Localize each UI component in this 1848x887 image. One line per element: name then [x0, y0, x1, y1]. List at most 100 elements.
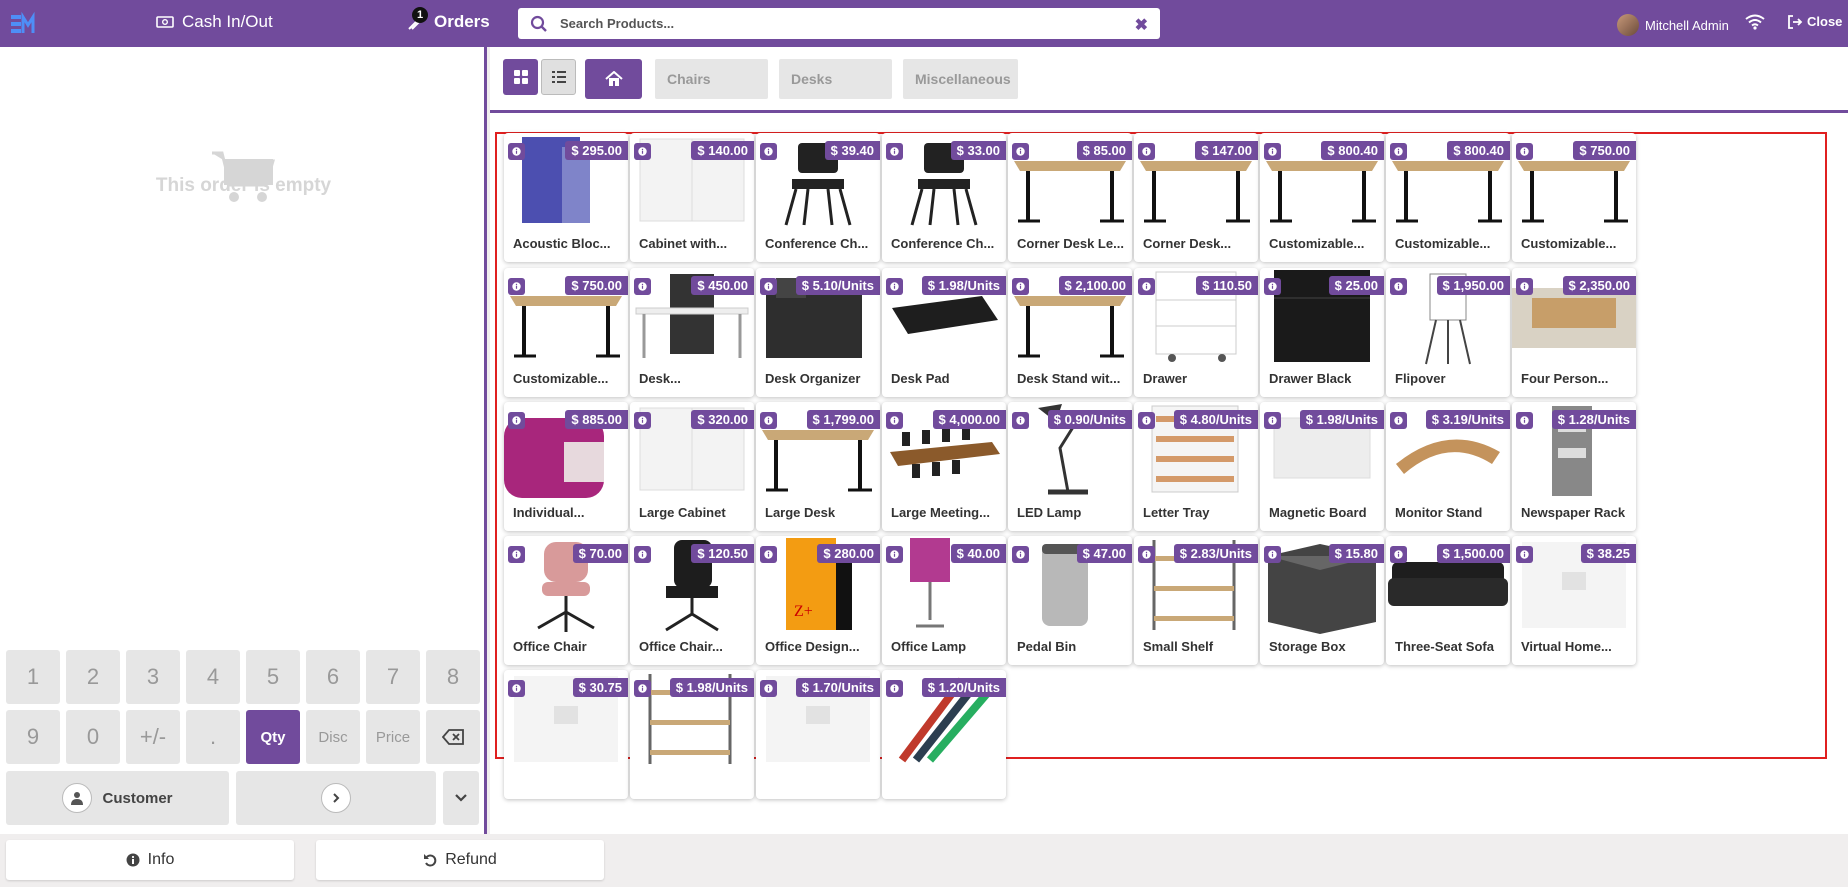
product-info-icon[interactable]: [760, 546, 777, 563]
product-info-icon[interactable]: [886, 680, 903, 697]
product-info-icon[interactable]: [1264, 412, 1281, 429]
product-info-icon[interactable]: [1138, 546, 1155, 563]
info-button[interactable]: Info: [6, 840, 294, 880]
product-info-icon[interactable]: [508, 143, 525, 160]
numpad-mode-price[interactable]: Price: [366, 710, 420, 764]
product-card[interactable]: $ 1.28/Units Newspaper Rack: [1512, 402, 1636, 531]
product-info-icon[interactable]: [1138, 412, 1155, 429]
product-card[interactable]: $ 800.40 Customizable...: [1260, 133, 1384, 262]
product-info-icon[interactable]: [1264, 143, 1281, 160]
product-card[interactable]: $ 2.83/Units Small Shelf: [1134, 536, 1258, 665]
product-card[interactable]: Z+ $ 280.00 Office Design...: [756, 536, 880, 665]
cash-in-out-button[interactable]: Cash In/Out: [156, 12, 273, 32]
product-card[interactable]: $ 1.98/Units Desk Pad: [882, 268, 1006, 397]
product-info-icon[interactable]: [1138, 143, 1155, 160]
category-desks[interactable]: Desks: [779, 59, 892, 99]
product-info-icon[interactable]: [1390, 412, 1407, 429]
product-info-icon[interactable]: [760, 143, 777, 160]
product-card[interactable]: $ 1,950.00 Flipover: [1386, 268, 1510, 397]
product-info-icon[interactable]: [886, 143, 903, 160]
product-card[interactable]: $ 4,000.00 Large Meeting...: [882, 402, 1006, 531]
product-info-icon[interactable]: [1012, 546, 1029, 563]
product-info-icon[interactable]: [1264, 546, 1281, 563]
product-card[interactable]: $ 110.50 Drawer: [1134, 268, 1258, 397]
orders-button[interactable]: 1 Orders: [406, 7, 490, 32]
product-card[interactable]: $ 1.20/Units: [882, 670, 1006, 799]
product-info-icon[interactable]: [508, 412, 525, 429]
numpad-key-decimal[interactable]: .: [186, 710, 240, 764]
product-info-icon[interactable]: [634, 680, 651, 697]
product-info-icon[interactable]: [508, 278, 525, 295]
product-card[interactable]: $ 70.00 Office Chair: [504, 536, 628, 665]
product-card[interactable]: $ 1,500.00 Three-Seat Sofa: [1386, 536, 1510, 665]
product-card[interactable]: $ 885.00 Individual...: [504, 402, 628, 531]
product-card[interactable]: $ 450.00 Desk...: [630, 268, 754, 397]
category-chairs[interactable]: Chairs: [655, 59, 768, 99]
grid-view-button[interactable]: [503, 59, 538, 95]
product-card[interactable]: $ 0.90/Units LED Lamp: [1008, 402, 1132, 531]
product-info-icon[interactable]: [1012, 412, 1029, 429]
home-category-button[interactable]: [585, 59, 642, 99]
product-card[interactable]: $ 1.98/Units Magnetic Board: [1260, 402, 1384, 531]
product-card[interactable]: $ 750.00 Customizable...: [504, 268, 628, 397]
product-info-icon[interactable]: [760, 680, 777, 697]
product-info-icon[interactable]: [634, 278, 651, 295]
product-card[interactable]: $ 47.00 Pedal Bin: [1008, 536, 1132, 665]
payment-button[interactable]: [236, 771, 436, 825]
product-card[interactable]: $ 33.00 Conference Ch...: [882, 133, 1006, 262]
product-info-icon[interactable]: [634, 412, 651, 429]
customer-button[interactable]: Customer: [6, 771, 229, 825]
product-info-icon[interactable]: [1390, 546, 1407, 563]
product-card[interactable]: $ 2,100.00 Desk Stand wit...: [1008, 268, 1132, 397]
product-card[interactable]: $ 1,799.00 Large Desk: [756, 402, 880, 531]
product-info-icon[interactable]: [886, 546, 903, 563]
list-view-button[interactable]: [541, 59, 576, 95]
product-info-icon[interactable]: [634, 143, 651, 160]
product-info-icon[interactable]: [886, 278, 903, 295]
product-info-icon[interactable]: [1516, 412, 1533, 429]
numpad-key-9[interactable]: 9: [6, 710, 60, 764]
clear-search-icon[interactable]: ✖: [1135, 15, 1148, 35]
product-card[interactable]: $ 2,350.00 Four Person...: [1512, 268, 1636, 397]
numpad-key-4[interactable]: 4: [186, 650, 240, 704]
product-info-icon[interactable]: [1264, 278, 1281, 295]
numpad-backspace[interactable]: [426, 710, 480, 764]
odoo-logo-icon[interactable]: [10, 11, 36, 37]
numpad-key-3[interactable]: 3: [126, 650, 180, 704]
product-info-icon[interactable]: [1012, 143, 1029, 160]
product-info-icon[interactable]: [1516, 143, 1533, 160]
product-card[interactable]: $ 5.10/Units Desk Organizer: [756, 268, 880, 397]
product-card[interactable]: $ 295.00 Acoustic Bloc...: [504, 133, 628, 262]
product-info-icon[interactable]: [1390, 143, 1407, 160]
numpad-key-7[interactable]: 7: [366, 650, 420, 704]
product-card[interactable]: $ 40.00 Office Lamp: [882, 536, 1006, 665]
product-card[interactable]: $ 38.25 Virtual Home...: [1512, 536, 1636, 665]
product-info-icon[interactable]: [1012, 278, 1029, 295]
numpad-key-1[interactable]: 1: [6, 650, 60, 704]
close-button[interactable]: Close: [1788, 14, 1842, 29]
product-card[interactable]: $ 3.19/Units Monitor Stand: [1386, 402, 1510, 531]
product-info-icon[interactable]: [508, 680, 525, 697]
product-info-icon[interactable]: [1516, 546, 1533, 563]
refund-button[interactable]: Refund: [316, 840, 604, 880]
product-card[interactable]: $ 800.40 Customizable...: [1386, 133, 1510, 262]
product-info-icon[interactable]: [1390, 278, 1407, 295]
product-card[interactable]: $ 15.80 Storage Box: [1260, 536, 1384, 665]
product-card[interactable]: $ 1.70/Units: [756, 670, 880, 799]
product-info-icon[interactable]: [760, 412, 777, 429]
product-card[interactable]: $ 30.75: [504, 670, 628, 799]
product-card[interactable]: $ 750.00 Customizable...: [1512, 133, 1636, 262]
product-card[interactable]: $ 25.00 Drawer Black: [1260, 268, 1384, 397]
product-card[interactable]: $ 120.50 Office Chair...: [630, 536, 754, 665]
product-info-icon[interactable]: [886, 412, 903, 429]
numpad-key-6[interactable]: 6: [306, 650, 360, 704]
product-info-icon[interactable]: [634, 546, 651, 563]
product-card[interactable]: $ 85.00 Corner Desk Le...: [1008, 133, 1132, 262]
product-card[interactable]: $ 1.98/Units: [630, 670, 754, 799]
numpad-key-plus-minus[interactable]: +/-: [126, 710, 180, 764]
product-card[interactable]: $ 140.00 Cabinet with...: [630, 133, 754, 262]
numpad-key-5[interactable]: 5: [246, 650, 300, 704]
product-card[interactable]: $ 320.00 Large Cabinet: [630, 402, 754, 531]
product-card[interactable]: $ 4.80/Units Letter Tray: [1134, 402, 1258, 531]
product-card[interactable]: $ 147.00 Corner Desk...: [1134, 133, 1258, 262]
